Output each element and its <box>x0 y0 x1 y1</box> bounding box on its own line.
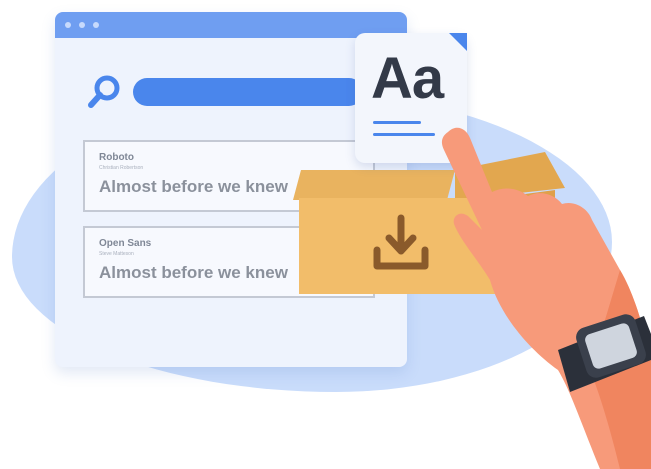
window-title-bar <box>55 12 407 38</box>
paper-fold <box>449 33 467 51</box>
window-dot <box>93 22 99 28</box>
paper-line <box>373 133 435 136</box>
font-glyph: Aa <box>371 46 444 111</box>
window-dot <box>65 22 71 28</box>
search-icon <box>88 75 120 108</box>
window-dot <box>79 22 85 28</box>
search-bar <box>133 78 363 106</box>
illustration: Roboto Christian Robertson Almost before… <box>0 0 651 469</box>
search-row <box>85 72 363 112</box>
pointing-hand <box>441 127 651 469</box>
paper-line <box>373 121 421 124</box>
